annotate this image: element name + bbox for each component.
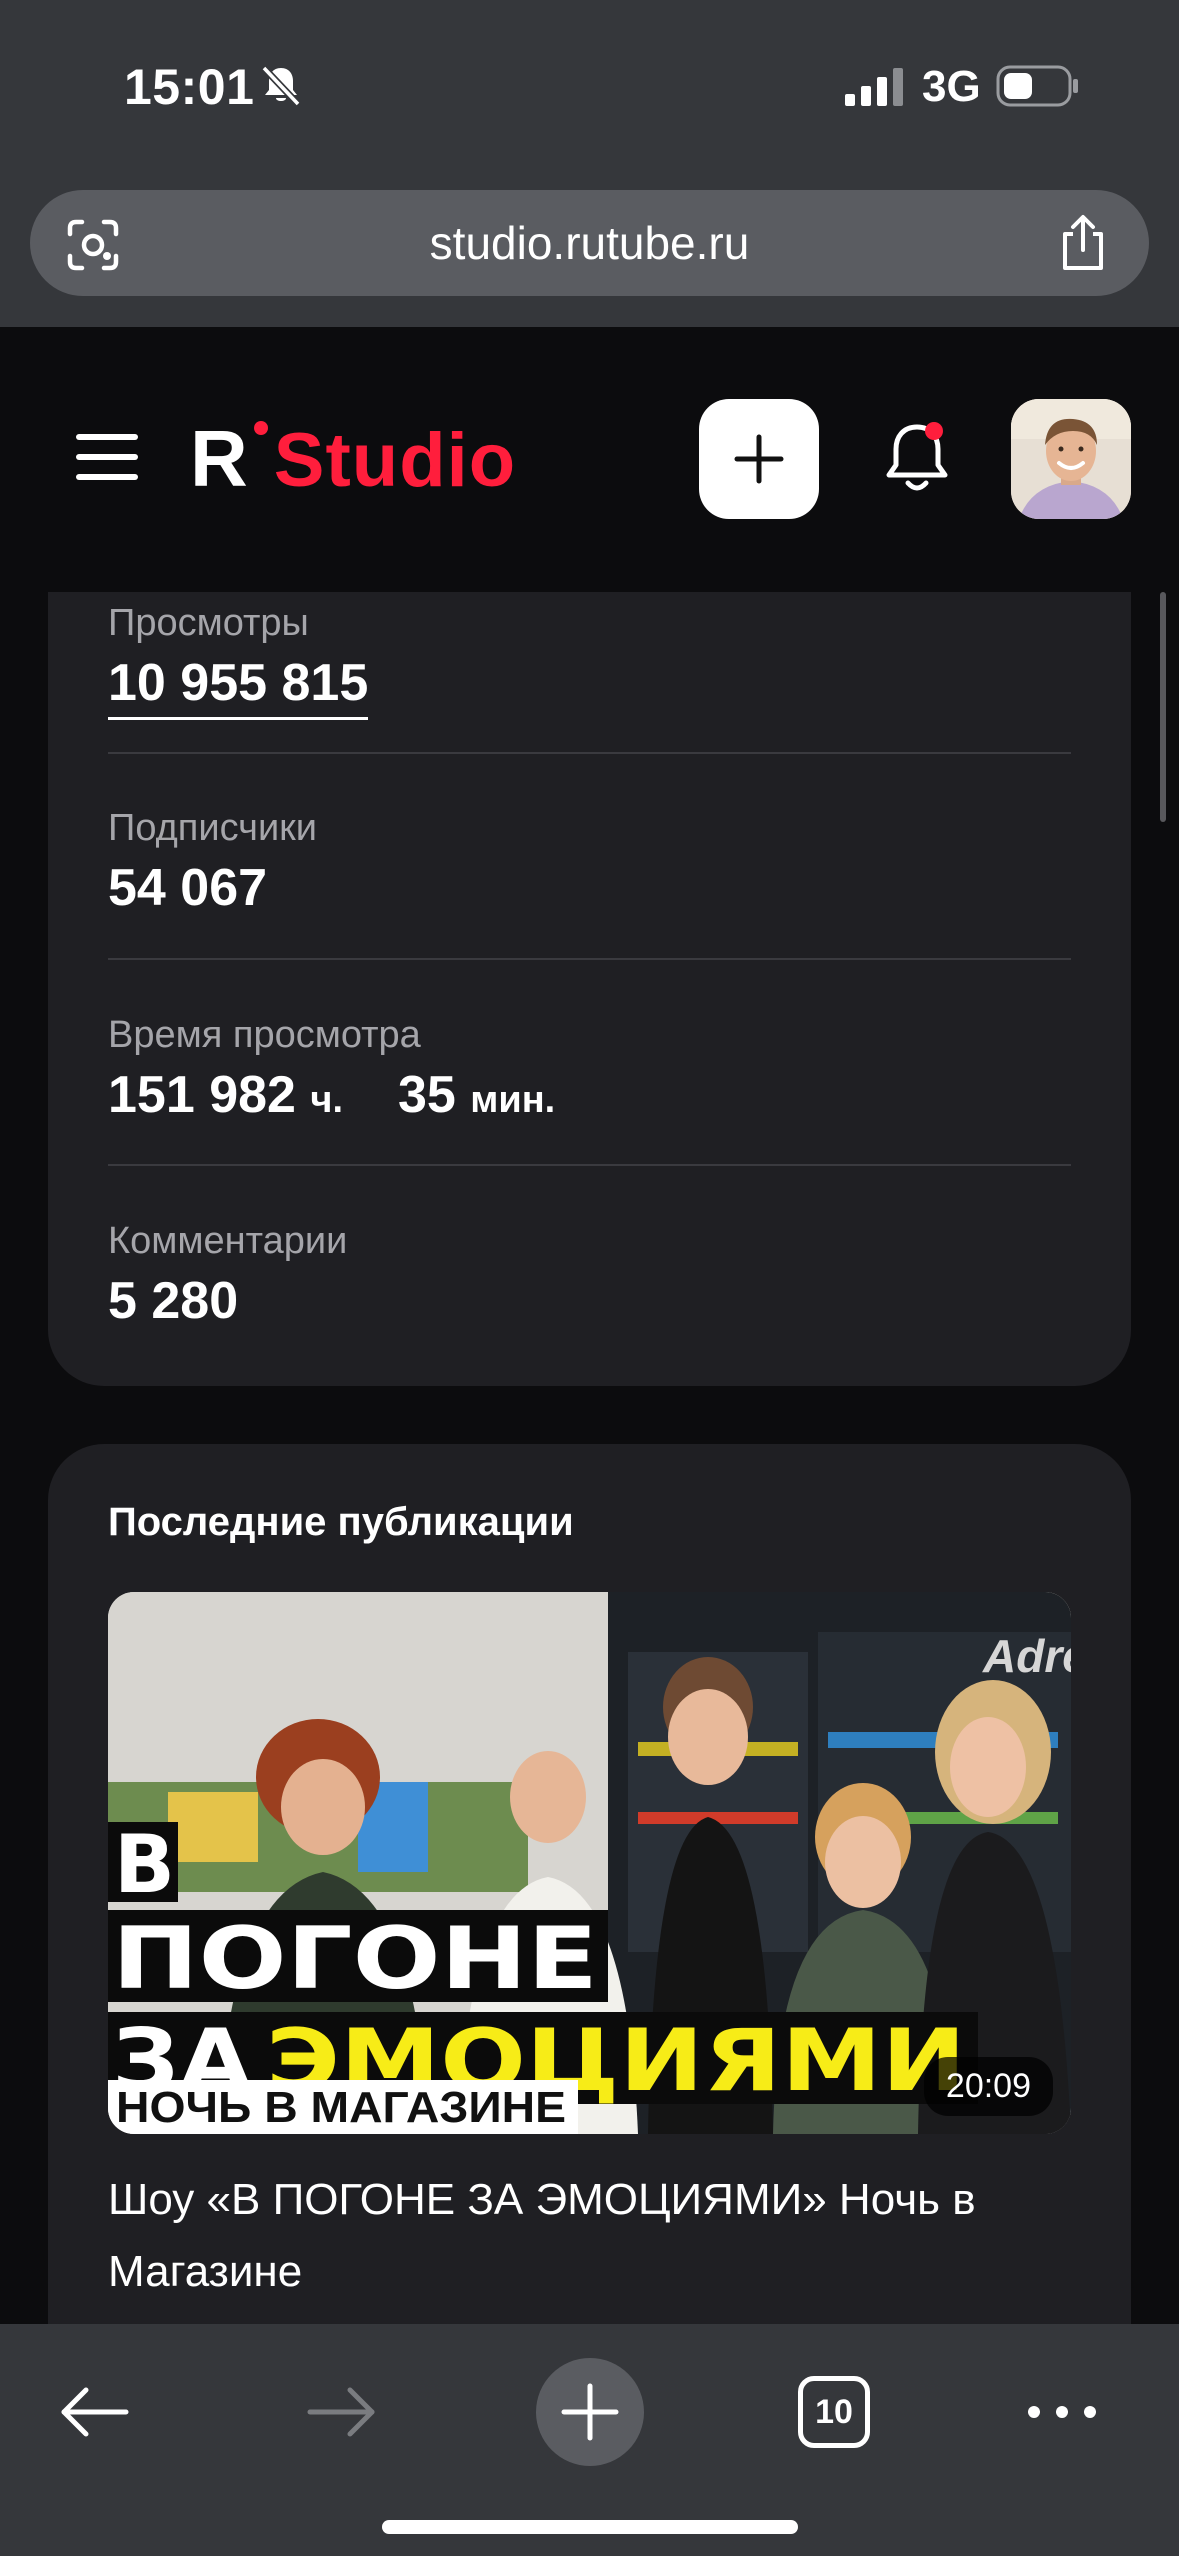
stat-watch-time: Время просмотра 151 982 ч. 35 мин. bbox=[108, 1014, 1071, 1125]
latest-publications-card: Последние публикации Adre bbox=[48, 1444, 1131, 2324]
status-time: 15:01 bbox=[124, 59, 255, 115]
avatar[interactable] bbox=[1011, 399, 1131, 519]
url-text[interactable]: studio.rutube.ru bbox=[30, 216, 1149, 270]
logo-letter: R bbox=[190, 414, 248, 503]
more-icon[interactable] bbox=[1024, 2400, 1100, 2424]
scrollbar[interactable] bbox=[1160, 592, 1166, 822]
status-bar: 15:01 3G bbox=[0, 0, 1179, 175]
browser-bottom-toolbar: 10 bbox=[0, 2324, 1179, 2556]
watch-hours-unit: ч. bbox=[310, 1079, 344, 1121]
site-header: R Studio bbox=[0, 327, 1179, 592]
stat-views: Просмотры 10 955 815 bbox=[108, 602, 1071, 720]
browser-top-chrome: 15:01 3G studio.rutube.ru bbox=[0, 0, 1179, 327]
forward-arrow-icon[interactable] bbox=[302, 2382, 382, 2442]
signal-icon bbox=[845, 68, 903, 106]
menu-icon[interactable] bbox=[76, 434, 138, 480]
video-title[interactable]: Шоу «В ПОГОНЕ ЗА ЭМОЦИЯМИ» Ночь в Магази… bbox=[108, 2164, 1071, 2308]
logo-text: Studio bbox=[273, 418, 517, 503]
stat-comments-value: 5 280 bbox=[108, 1272, 239, 1330]
thumb-line-2: ПОГОНЕ bbox=[112, 1909, 598, 2009]
avatar-photo bbox=[1011, 399, 1131, 519]
stat-comments: Комментарии 5 280 bbox=[108, 1220, 1071, 1331]
stat-views-value[interactable]: 10 955 815 bbox=[108, 653, 369, 720]
address-bar[interactable]: studio.rutube.ru bbox=[30, 190, 1149, 296]
battery-icon bbox=[996, 65, 1078, 107]
bell-slash-icon bbox=[261, 65, 301, 107]
share-icon[interactable] bbox=[1057, 214, 1109, 272]
thumb-subtitle: НОЧЬ В МАГАЗИНЕ bbox=[116, 2083, 566, 2132]
watch-hours: 151 982 bbox=[108, 1066, 296, 1124]
watch-minutes-unit: мин. bbox=[470, 1079, 556, 1121]
video-duration: 20:09 bbox=[923, 2057, 1053, 2116]
rutube-studio-logo[interactable]: R Studio bbox=[190, 419, 516, 499]
plus-icon bbox=[734, 434, 784, 484]
stat-watch-time-value: 151 982 ч. 35 мин. bbox=[108, 1065, 1071, 1125]
stat-comments-label: Комментарии bbox=[108, 1220, 348, 1262]
back-arrow-icon[interactable] bbox=[54, 2382, 134, 2442]
plus-icon bbox=[561, 2383, 619, 2441]
channel-stats-card: Просмотры 10 955 815 Подписчики 54 067 В… bbox=[48, 592, 1131, 1386]
divider bbox=[108, 958, 1071, 960]
stat-subscribers-label: Подписчики bbox=[108, 807, 318, 849]
logo-dot bbox=[254, 421, 268, 435]
thumbnail-image: Adre В ПОГОНЕ bbox=[108, 1592, 1071, 2134]
bell-icon[interactable] bbox=[872, 413, 962, 503]
latest-publications-title: Последние публикации bbox=[108, 1500, 574, 1544]
new-tab-button[interactable] bbox=[536, 2358, 644, 2466]
network-type: 3G bbox=[922, 62, 981, 111]
divider bbox=[108, 752, 1071, 754]
upload-button[interactable] bbox=[699, 399, 819, 519]
home-indicator bbox=[382, 2520, 798, 2534]
video-thumbnail[interactable]: Adre В ПОГОНЕ bbox=[108, 1592, 1071, 2134]
tabs-count-button[interactable]: 10 bbox=[798, 2376, 870, 2448]
stat-watch-time-label: Время просмотра bbox=[108, 1014, 421, 1056]
stat-subscribers-value: 54 067 bbox=[108, 859, 268, 917]
store-sign: Adre bbox=[982, 1630, 1071, 1682]
stat-views-label: Просмотры bbox=[108, 602, 309, 644]
divider bbox=[108, 1164, 1071, 1166]
watch-minutes: 35 bbox=[397, 1066, 456, 1124]
dashboard-content: Просмотры 10 955 815 Подписчики 54 067 В… bbox=[0, 592, 1179, 2324]
stat-subscribers: Подписчики 54 067 bbox=[108, 807, 1071, 918]
thumb-line-1: В bbox=[114, 1818, 175, 1911]
